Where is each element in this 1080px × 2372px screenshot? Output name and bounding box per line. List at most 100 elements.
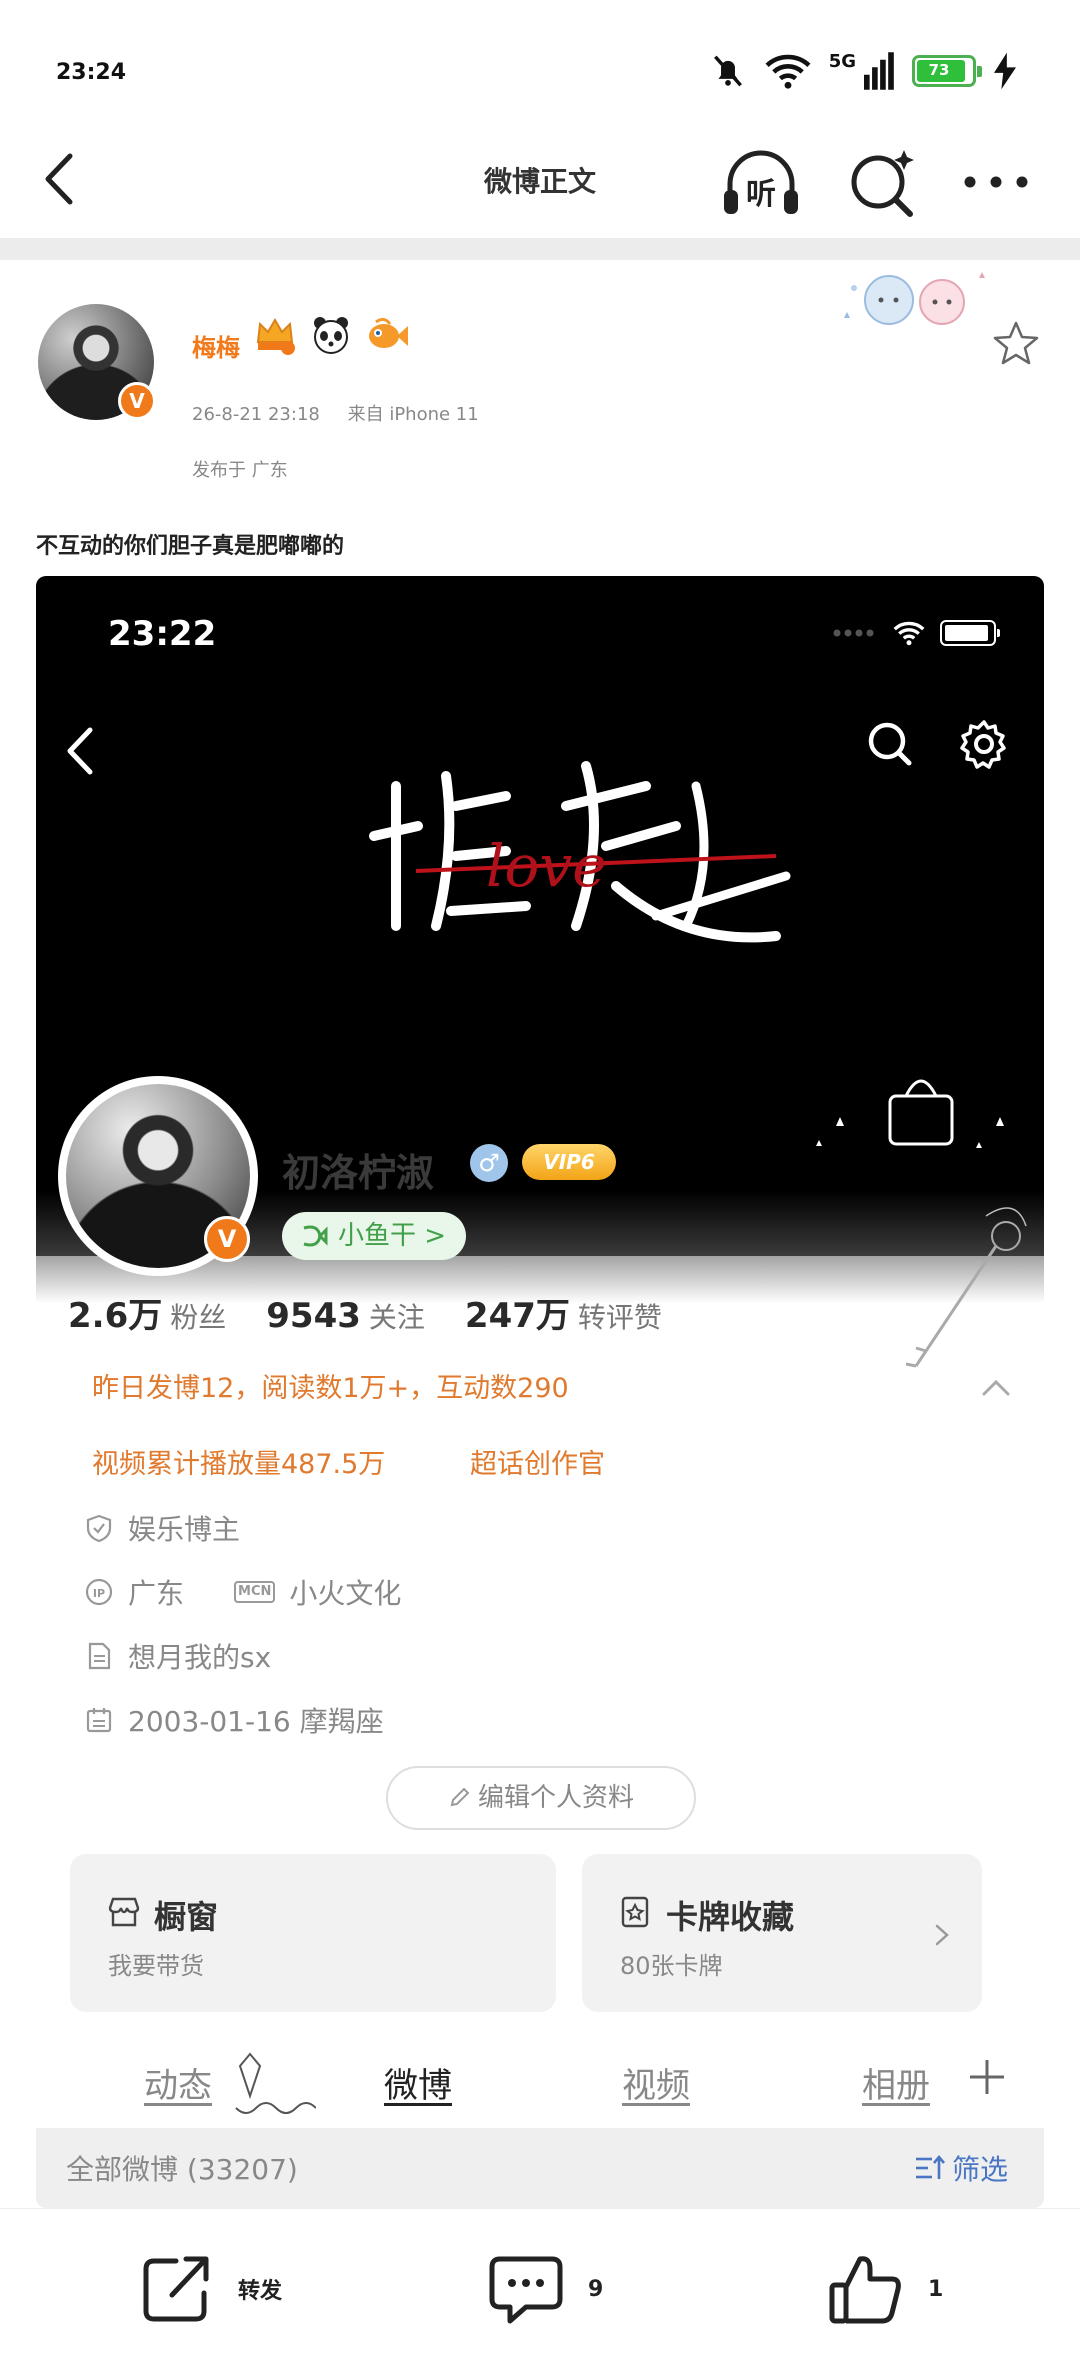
chevron-right-icon bbox=[935, 1924, 949, 1946]
comment-icon bbox=[489, 2256, 563, 2324]
fish-badge-icon[interactable] bbox=[364, 312, 410, 358]
male-gender-icon: ♂ bbox=[470, 1144, 508, 1182]
embedded-verified-badge: V bbox=[204, 1216, 250, 1262]
fish-coin-tag: 小鱼干 > bbox=[282, 1212, 467, 1260]
svg-text:听: 听 bbox=[746, 177, 776, 212]
shield-check-icon bbox=[86, 1514, 112, 1543]
embedded-back-icon bbox=[67, 727, 93, 775]
tab-video: 视频 bbox=[622, 2066, 690, 2106]
fish-coin-icon bbox=[303, 1225, 328, 1247]
mute-bell-icon bbox=[713, 55, 742, 87]
category-row: 娱乐博主 bbox=[84, 1508, 240, 1548]
bag-sparkle-decoration-icon bbox=[816, 1079, 1004, 1148]
comment-button[interactable]: 9 bbox=[486, 2249, 603, 2329]
page-title: 微博正文 bbox=[483, 165, 596, 198]
shop-window-title: 橱窗 bbox=[154, 1898, 219, 1936]
author-name[interactable]: 梅梅 bbox=[192, 328, 240, 363]
edit-profile-label: 编辑个人资料 bbox=[477, 1783, 634, 1813]
thumbs-up-icon bbox=[829, 2256, 901, 2324]
post-image[interactable]: 23:22 love V 初洛柠淑 ♂ VIP6 小鱼干 > 2.6万 粉丝 9… bbox=[36, 576, 1044, 2208]
profile-stats: 2.6万 粉丝 9543 关注 247万 转评赞 bbox=[68, 1288, 662, 1337]
sticker-decoration-icon bbox=[844, 272, 985, 325]
stat-followers[interactable]: 2.6万 粉丝 bbox=[68, 1288, 226, 1337]
like-count: 1 bbox=[928, 2276, 944, 2302]
status-bar: 23:24 5G 73 bbox=[0, 0, 1080, 120]
filter-sort-icon bbox=[915, 2154, 945, 2179]
bio-text: 想月我的sx bbox=[128, 1641, 272, 1674]
status-time: 23:24 bbox=[56, 60, 127, 85]
embedded-search-icon bbox=[868, 722, 912, 766]
headphones-icon: 听 bbox=[724, 150, 798, 214]
stat-engagement[interactable]: 247万 转评赞 bbox=[465, 1288, 662, 1337]
search-sparkle-icon[interactable] bbox=[846, 144, 918, 220]
birthday-text: 2003-01-16 摩羯座 bbox=[128, 1705, 384, 1738]
key-decoration-icon bbox=[905, 1207, 1027, 1368]
post-meta: 26-8-21 23:18 来自 iPhone 11 bbox=[192, 400, 501, 426]
mcn-name: 小火文化 bbox=[289, 1577, 402, 1610]
supertopic-title: 超话创作官 bbox=[470, 1449, 605, 1480]
status-icons: 5G 73 bbox=[709, 48, 1016, 94]
like-button[interactable]: 1 bbox=[826, 2249, 943, 2329]
embedded-time: 23:22 bbox=[108, 614, 217, 654]
repost-button[interactable]: 转发 bbox=[136, 2249, 282, 2329]
svg-text:IP: IP bbox=[93, 1587, 105, 1600]
embedded-signal-icon bbox=[833, 629, 874, 637]
calligraphy-love-text: love bbox=[486, 832, 607, 900]
signal-icon bbox=[864, 52, 894, 90]
embedded-status-icons bbox=[832, 620, 1000, 646]
bottom-action-bar: 转发 9 1 bbox=[0, 2208, 1080, 2372]
network-type: 5G bbox=[828, 50, 856, 72]
comment-count: 9 bbox=[588, 2276, 604, 2302]
card-collection-sub: 80张卡牌 bbox=[620, 1952, 723, 1980]
shop-icon bbox=[108, 1897, 140, 1927]
shop-window-sub: 我要带货 bbox=[108, 1952, 204, 1980]
tab-weibo: 微博 bbox=[384, 2066, 452, 2106]
category-label: 娱乐博主 bbox=[128, 1513, 241, 1546]
post-location: 发布于 广东 bbox=[192, 460, 288, 481]
post-timestamp: 26-8-21 23:18 bbox=[192, 404, 320, 425]
embedded-wifi-icon bbox=[893, 621, 925, 646]
video-play-count: 视频累计播放量487.5万 bbox=[92, 1449, 386, 1480]
vip-badge: VIP6 bbox=[522, 1144, 616, 1180]
document-icon bbox=[88, 1642, 111, 1670]
tab-dynamic: 动态 bbox=[144, 2066, 212, 2106]
section-divider bbox=[0, 238, 1080, 260]
all-posts-count: 全部微博 (33207) bbox=[66, 2153, 298, 2186]
ip-row: IP 广东 MCN 小火文化 bbox=[84, 1572, 401, 1612]
card-collection-card: 卡牌收藏 80张卡牌 bbox=[582, 1854, 982, 2012]
mcn-tag-icon: MCN bbox=[234, 1581, 276, 1603]
listen-button[interactable]: 听 bbox=[718, 144, 804, 220]
birthday-row: 2003-01-16 摩羯座 bbox=[84, 1700, 384, 1740]
filter-label: 筛选 bbox=[951, 2153, 1008, 2186]
chevron-up-icon bbox=[982, 1379, 1010, 1396]
calendar-icon bbox=[86, 1708, 112, 1733]
edit-profile-button: 编辑个人资料 bbox=[386, 1766, 696, 1830]
plus-icon bbox=[970, 2060, 1004, 2094]
pencil-icon bbox=[450, 1787, 470, 1807]
embedded-battery-icon bbox=[940, 620, 1000, 646]
crown-level-badge-icon[interactable] bbox=[252, 312, 298, 358]
battery-icon: 73 bbox=[912, 55, 982, 87]
stat-following[interactable]: 9543 关注 bbox=[266, 1296, 425, 1336]
panda-badge-icon[interactable] bbox=[308, 312, 354, 358]
embedded-gear-icon bbox=[960, 720, 1006, 769]
verified-badge: V bbox=[118, 382, 156, 420]
wifi-icon bbox=[765, 54, 811, 89]
post-text: 不互动的你们胆子真是肥嘟嘟的 bbox=[36, 534, 345, 559]
profile-tabs: 动态 微博 视频 相册 bbox=[36, 2046, 1044, 2126]
bio-row: 想月我的sx bbox=[84, 1636, 271, 1676]
post-source: 来自 iPhone 11 bbox=[347, 404, 479, 425]
shop-window-card: 橱窗 我要带货 bbox=[70, 1854, 556, 2012]
ip-location-icon: IP bbox=[85, 1578, 113, 1606]
embedded-username: 初洛柠淑 bbox=[282, 1151, 435, 1195]
tab-album: 相册 bbox=[862, 2066, 930, 2106]
more-icon[interactable] bbox=[960, 156, 1032, 208]
card-icon bbox=[621, 1896, 649, 1928]
card-collection-title: 卡牌收藏 bbox=[666, 1898, 795, 1936]
nav-bar: 微博正文 听 bbox=[0, 120, 1080, 238]
diamond-chain-decoration-icon bbox=[235, 2052, 316, 2114]
calligraphy-artwork: love bbox=[369, 761, 791, 943]
activity-summary: 昨日发博12，阅读数1万+，互动数290 bbox=[92, 1373, 569, 1404]
favorite-star-icon[interactable] bbox=[990, 318, 1042, 370]
author-badges bbox=[252, 312, 410, 358]
